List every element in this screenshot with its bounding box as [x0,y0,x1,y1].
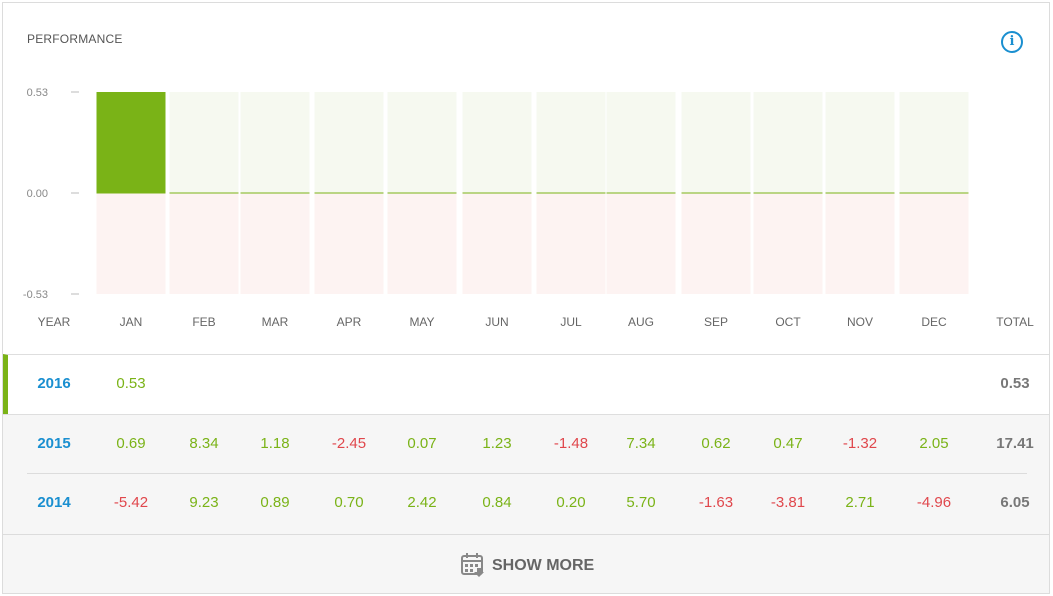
month-value-cell: 0.53 [116,375,146,392]
bar-bg-positive [314,92,384,193]
bar-bg-positive [753,92,823,193]
column-header: OCT [775,315,801,329]
bar-bg-positive [240,92,310,193]
bar-bg-negative [462,193,532,294]
y-tick-label: -0.53 [23,289,48,301]
column-header: SEP [703,315,729,329]
bar-bg-positive [606,92,676,193]
month-value-cell: 0.62 [701,435,731,452]
bar-bg-negative [387,193,457,294]
column-header: NOV [846,315,874,329]
bar-bg-positive [899,92,969,193]
month-value-cell: 7.34 [626,435,656,452]
table-row[interactable]: 2015 0.69 8.34 1.18 -2.45 0.07 1.23 -1.48 7.34 0.… [3,414,1049,474]
total-cell: 6.05 [1000,494,1030,511]
bar-bg-negative [899,193,969,294]
month-value-cell: 0.69 [116,435,146,452]
column-header: JUN [485,315,509,329]
year-cell: 2015 [37,435,71,452]
month-value-cell: 0.70 [334,494,364,511]
month-value-cell: 1.18 [260,435,290,452]
table-header: YEAR JAN FEB MAR APR MAY JUN JUL AUG SEP OCT NOV DEC… [3,315,1049,339]
month-value-cell: 0.84 [482,494,512,511]
month-value-cell: 5.70 [626,494,656,511]
column-header: JAN [119,315,143,329]
bar-bg-negative [314,193,384,294]
month-value-cell: -4.96 [916,494,952,511]
month-value-cell: -2.45 [331,435,367,452]
bar-bg-negative [606,193,676,294]
bar-bg-positive [169,92,239,193]
column-header: YEAR [37,315,71,329]
column-header: MAR [261,315,289,329]
year-cell: 2016 [37,375,71,392]
month-value-cell: -1.48 [553,435,589,452]
show-more-button[interactable]: SHOW MORE [3,534,1049,593]
column-header: MAY [409,315,435,329]
month-value-cell: -1.63 [698,494,734,511]
month-value-cell: 0.47 [773,435,803,452]
month-value-cell: -3.81 [770,494,806,511]
bar-bg-positive [681,92,751,193]
bar [96,92,166,193]
year-cell: 2014 [37,494,71,511]
column-header: FEB [192,315,216,329]
month-value-cell: -1.32 [842,435,878,452]
table-row[interactable]: 2016 0.53 0.53 [3,354,1049,414]
month-value-cell: 2.71 [845,494,875,511]
column-header: APR [336,315,362,329]
bar-bg-negative [96,193,166,294]
month-value-cell: 1.23 [482,435,512,452]
show-more-label: SHOW MORE [492,557,595,574]
month-value-cell: 0.20 [556,494,586,511]
month-value-cell: 2.05 [919,435,949,452]
column-header: AUG [627,315,655,329]
bar-bg-negative [825,193,895,294]
bar-bg-negative [681,193,751,294]
bar-bg-positive [462,92,532,193]
table-row[interactable]: 2014 -5.42 9.23 0.89 0.70 2.42 0.84 0.20 5.70 -1.… [3,474,1049,534]
bar-bg-positive [387,92,457,193]
month-value-cell: 0.89 [260,494,290,511]
y-tick-label: 0.00 [27,188,48,200]
bar-bg-positive [825,92,895,193]
bar-bg-negative [753,193,823,294]
bar-bg-negative [240,193,310,294]
bar-bg-positive [536,92,606,193]
performance-card: PERFORMANCE i 0.53 0.00 -0.53 YEAR JAN FEB MA… [2,2,1050,594]
bar-bg-negative [169,193,239,294]
column-header: TOTAL [996,315,1034,329]
month-value-cell: 0.07 [407,435,437,452]
calendar-icon [461,553,484,577]
month-value-cell: -5.42 [113,494,149,511]
month-value-cell: 2.42 [407,494,437,511]
column-header: JUL [560,315,582,329]
y-tick-label: 0.53 [27,87,48,99]
performance-chart: 0.53 0.00 -0.53 [23,87,969,301]
month-value-cell: 8.34 [189,435,219,452]
total-cell: 17.41 [996,435,1034,452]
bar-bg-negative [536,193,606,294]
month-value-cell: 9.23 [189,494,219,511]
column-header: DEC [921,315,947,329]
total-cell: 0.53 [1000,375,1030,392]
